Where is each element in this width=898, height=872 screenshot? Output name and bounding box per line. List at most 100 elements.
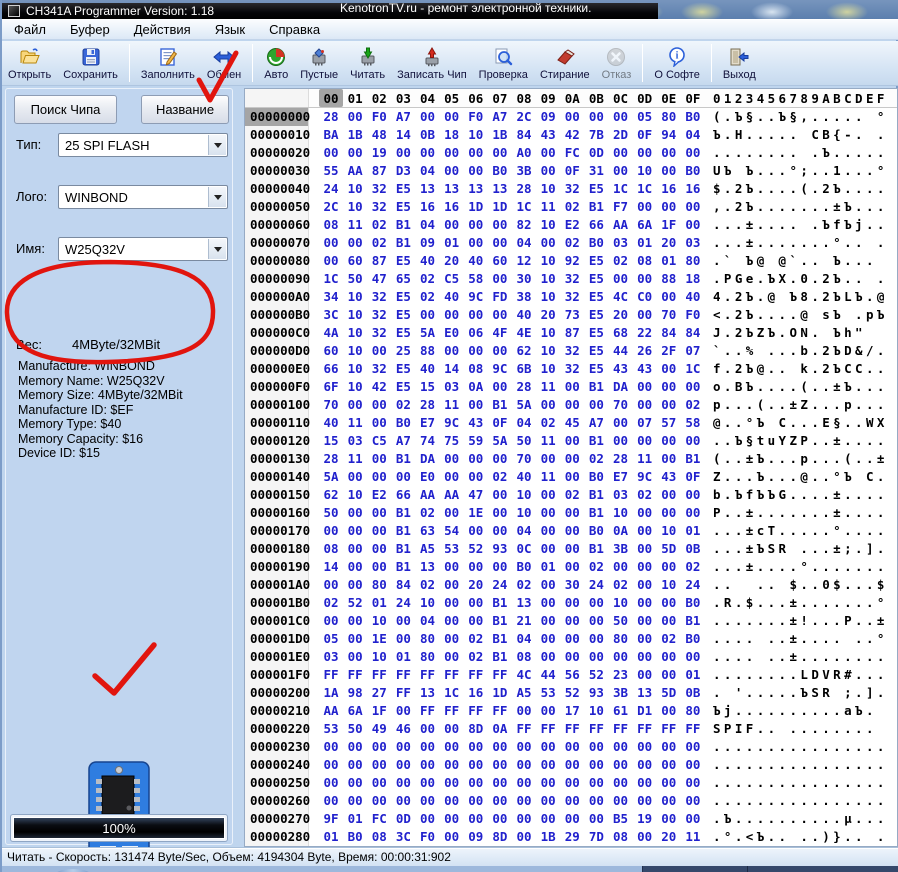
hex-byte-cell[interactable]: 00: [560, 540, 584, 558]
hex-byte-cell[interactable]: 00: [343, 540, 367, 558]
hex-byte-cell[interactable]: 93: [584, 684, 608, 702]
hex-byte-cell[interactable]: 11: [343, 414, 367, 432]
hex-byte-cell[interactable]: 00: [391, 738, 415, 756]
hex-byte-cell[interactable]: 00: [560, 648, 584, 666]
hex-byte-cell[interactable]: 5A: [512, 396, 536, 414]
hex-byte-cell[interactable]: 00: [633, 792, 657, 810]
hex-byte-cell[interactable]: 04: [416, 162, 440, 180]
hex-byte-cell[interactable]: 10: [536, 180, 560, 198]
hex-byte-cell[interactable]: 50: [343, 270, 367, 288]
hex-byte-cell[interactable]: 4E: [512, 324, 536, 342]
hex-row[interactable]: 000000901C50476502C55800301032E500008818…: [245, 270, 897, 288]
hex-byte-cell[interactable]: 00: [416, 810, 440, 828]
hex-byte-cell[interactable]: 07: [633, 414, 657, 432]
hex-byte-cell[interactable]: 05: [319, 630, 343, 648]
hex-byte-cell[interactable]: 00: [657, 846, 681, 847]
hex-row[interactable]: 000000B03C1032E500000000402073E5200070F0…: [245, 306, 897, 324]
hex-byte-cell[interactable]: 30: [560, 576, 584, 594]
hex-row[interactable]: 000001C000001000040000B121000000500000B1…: [245, 612, 897, 630]
hex-byte-cell[interactable]: 20: [609, 306, 633, 324]
hex-byte-cell[interactable]: 00: [536, 846, 560, 847]
hex-row[interactable]: 00000010BA1B48140B18101B8443427B2D0F9404…: [245, 126, 897, 144]
hex-byte-cell[interactable]: 00: [488, 450, 512, 468]
hex-byte-cell[interactable]: 18: [681, 270, 705, 288]
hex-byte-cell[interactable]: 00: [488, 342, 512, 360]
hex-byte-cell[interactable]: 25: [391, 342, 415, 360]
hex-byte-cell[interactable]: 00: [391, 468, 415, 486]
hex-byte-cell[interactable]: 00: [416, 306, 440, 324]
hex-row[interactable]: 000001D005001E00800002B104000000800002B0…: [245, 630, 897, 648]
hex-byte-cell[interactable]: 10: [416, 594, 440, 612]
hex-address[interactable]: 00000160: [245, 504, 309, 522]
hex-byte-cell[interactable]: 00: [633, 612, 657, 630]
hex-byte-cell[interactable]: BA: [319, 126, 343, 144]
hex-byte-cell[interactable]: B1: [488, 648, 512, 666]
hex-byte-cell[interactable]: FF: [536, 720, 560, 738]
hex-byte-cell[interactable]: 11: [343, 450, 367, 468]
hex-byte-cell[interactable]: 80: [367, 576, 391, 594]
hex-byte-cell[interactable]: 01: [343, 810, 367, 828]
hex-address[interactable]: 00000010: [245, 126, 309, 144]
hex-byte-cell[interactable]: 00: [609, 108, 633, 126]
hex-byte-cell[interactable]: 00: [633, 144, 657, 162]
hex-byte-cell[interactable]: 00: [536, 396, 560, 414]
hex-byte-cell[interactable]: FF: [416, 666, 440, 684]
hex-byte-cell[interactable]: 1C: [512, 198, 536, 216]
hex-byte-cell[interactable]: 00: [584, 648, 608, 666]
hex-byte-cell[interactable]: 56: [560, 666, 584, 684]
hex-byte-cell[interactable]: 00: [464, 216, 488, 234]
hex-byte-cell[interactable]: 00: [560, 432, 584, 450]
hex-byte-cell[interactable]: E5: [391, 288, 415, 306]
hex-byte-cell[interactable]: 42: [560, 126, 584, 144]
hex-byte-cell[interactable]: 00: [488, 792, 512, 810]
hex-byte-cell[interactable]: 00: [488, 378, 512, 396]
hex-byte-cell[interactable]: E5: [584, 342, 608, 360]
hex-address[interactable]: 00000270: [245, 810, 309, 828]
hex-address[interactable]: 00000020: [245, 144, 309, 162]
hex-byte-cell[interactable]: 00: [343, 792, 367, 810]
hex-byte-cell[interactable]: 00: [657, 360, 681, 378]
hex-byte-cell[interactable]: 65: [391, 270, 415, 288]
hex-byte-cell[interactable]: 00: [657, 810, 681, 828]
hex-byte-cell[interactable]: F0: [464, 108, 488, 126]
toolbar-button-2[interactable]: Заполнить: [136, 42, 200, 84]
hex-byte-cell[interactable]: 11: [536, 378, 560, 396]
hex-byte-cell[interactable]: 00: [319, 756, 343, 774]
hex-byte-cell[interactable]: 00: [488, 558, 512, 576]
hex-byte-cell[interactable]: 00: [681, 198, 705, 216]
hex-byte-cell[interactable]: 11: [681, 828, 705, 846]
hex-byte-cell[interactable]: 00: [536, 774, 560, 792]
hex-byte-cell[interactable]: 5A: [416, 324, 440, 342]
hex-byte-cell[interactable]: B1: [391, 504, 415, 522]
hex-byte-cell[interactable]: 08: [512, 648, 536, 666]
hex-byte-cell[interactable]: 00: [560, 792, 584, 810]
hex-byte-cell[interactable]: 66: [391, 486, 415, 504]
hex-row[interactable]: 0000024000000000000000000000000000000000…: [245, 756, 897, 774]
hex-byte-cell[interactable]: 3B: [609, 684, 633, 702]
hex-byte-cell[interactable]: 10: [512, 486, 536, 504]
toolbar-button-5[interactable]: Пустые: [295, 42, 343, 84]
hex-byte-cell[interactable]: E2: [367, 486, 391, 504]
hex-byte-cell[interactable]: 01: [633, 234, 657, 252]
hex-byte-cell[interactable]: 00: [416, 756, 440, 774]
hex-byte-cell[interactable]: 00: [391, 144, 415, 162]
hex-byte-cell[interactable]: 00: [488, 522, 512, 540]
hex-byte-cell[interactable]: 38: [512, 288, 536, 306]
hex-byte-cell[interactable]: 00: [657, 738, 681, 756]
hex-byte-cell[interactable]: 4C: [609, 288, 633, 306]
hex-byte-cell[interactable]: 00: [440, 108, 464, 126]
hex-byte-cell[interactable]: 52: [584, 666, 608, 684]
hex-row[interactable]: 000001A000008084020020240200302402001024…: [245, 576, 897, 594]
hex-address[interactable]: 00000260: [245, 792, 309, 810]
hex-byte-cell[interactable]: 87: [416, 846, 440, 847]
hex-byte-cell[interactable]: 10: [609, 504, 633, 522]
hex-byte-cell[interactable]: 10: [343, 486, 367, 504]
hex-byte-cell[interactable]: B0: [440, 846, 464, 847]
hex-byte-cell[interactable]: 3B: [512, 162, 536, 180]
hex-byte-cell[interactable]: 57: [657, 414, 681, 432]
hex-address[interactable]: 00000230: [245, 738, 309, 756]
hex-byte-cell[interactable]: E5: [584, 180, 608, 198]
hex-byte-cell[interactable]: E5: [584, 324, 608, 342]
hex-byte-cell[interactable]: 00: [657, 648, 681, 666]
hex-byte-cell[interactable]: 00: [536, 630, 560, 648]
